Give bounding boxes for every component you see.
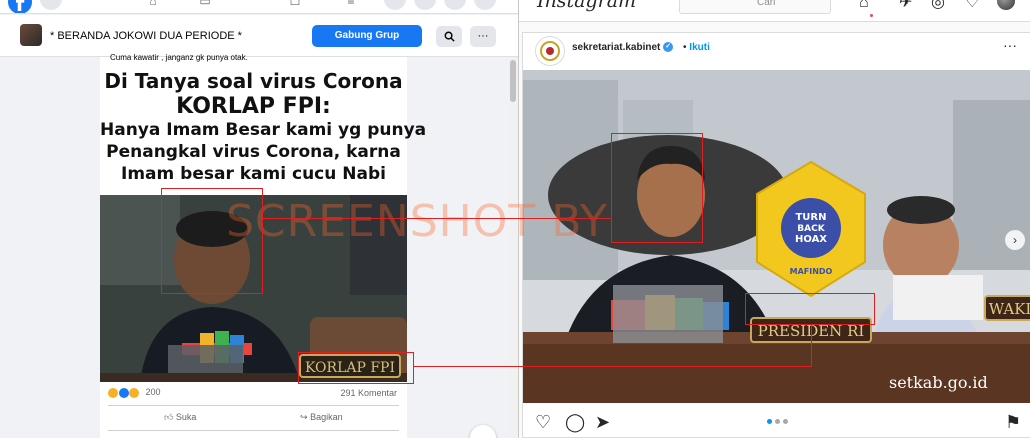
instagram-top-bar: Instagram Cari ⌂ ✈ ◎ ♡: [519, 0, 1030, 22]
photo-nameplate-right: WAKIL: [989, 300, 1030, 318]
share-icon: ↪: [300, 412, 308, 422]
scrollbar-track[interactable]: [509, 57, 517, 438]
svg-text:MAFINDO: MAFINDO: [790, 267, 833, 276]
garuda-emblem-icon: [540, 41, 560, 61]
groups-icon[interactable]: ☐: [288, 0, 302, 8]
like-button[interactable]: 👍︎ Suka: [164, 412, 196, 423]
direct-icon[interactable]: ✈: [899, 0, 912, 12]
group-search-button[interactable]: [436, 26, 462, 47]
svg-text:HOAX: HOAX: [795, 234, 827, 245]
carousel-dot: [775, 419, 780, 424]
nameplate-highlight-box-left: [298, 352, 414, 384]
notification-dot: [870, 14, 873, 17]
explore-icon[interactable]: ◎: [931, 0, 945, 12]
group-avatar[interactable]: [20, 24, 42, 46]
messenger-icon[interactable]: [414, 0, 436, 10]
search-input[interactable]: [679, 0, 831, 14]
comment-icon[interactable]: ◯: [565, 412, 585, 432]
menu-icon[interactable]: ≡: [344, 0, 358, 8]
scrollbar-thumb[interactable]: [510, 60, 516, 102]
svg-text:BACK: BACK: [797, 224, 825, 234]
follow-button[interactable]: • Ikuti: [683, 42, 710, 53]
watch-icon[interactable]: ▭: [198, 0, 212, 8]
bookmark-icon[interactable]: ⚑: [1005, 412, 1021, 432]
username-text: sekretariat.kabinet: [572, 42, 661, 53]
meme-text-line: Imam besar kami cucu Nabi: [121, 164, 386, 184]
meme-text-line: Hanya Imam Besar kami yg punya: [100, 120, 427, 140]
account-username[interactable]: sekretariat.kabinet ✓: [572, 42, 674, 53]
carousel-dot: [783, 419, 788, 424]
account-menu-icon[interactable]: [474, 0, 496, 10]
carousel-dot-active: [767, 419, 772, 424]
nameplate-connector-line: [414, 366, 812, 368]
create-icon[interactable]: [384, 0, 406, 10]
nameplate-connector-line-vertical: [811, 325, 813, 367]
comment-count[interactable]: 291 Komentar: [340, 388, 397, 398]
home-icon[interactable]: ⌂: [859, 0, 869, 12]
meme-text-line: KORLAP FPI:: [176, 94, 331, 119]
account-avatar[interactable]: [535, 36, 565, 66]
like-label: Suka: [175, 412, 197, 422]
search-icon[interactable]: [40, 0, 62, 10]
haha-reaction-icon: [108, 387, 118, 398]
more-options-icon[interactable]: ···: [1003, 37, 1017, 53]
share-icon[interactable]: ➤: [595, 412, 610, 432]
share-label: Bagikan: [310, 412, 343, 422]
profile-avatar[interactable]: [997, 0, 1015, 10]
search-icon: [444, 31, 455, 42]
follow-label: Ikuti: [689, 42, 710, 53]
reaction-count: 200: [145, 387, 161, 397]
next-image-button[interactable]: ›: [1005, 230, 1025, 250]
reaction-summary[interactable]: 200: [108, 387, 161, 398]
home-icon[interactable]: ⌂: [146, 0, 160, 8]
facebook-top-bar: f ⌂ ▭ ☐ ≡: [0, 0, 518, 14]
meme-text-line: Di Tanya soal virus Corona: [104, 69, 403, 93]
wow-reaction-icon: [129, 387, 140, 398]
new-message-button[interactable]: [470, 425, 496, 438]
face-highlight-box-left: [161, 188, 263, 294]
screenshot-watermark: SCREENSHOT BY: [226, 196, 608, 247]
meme-text-line: Penangkal virus Corona, karna: [106, 142, 401, 162]
facebook-logo-icon[interactable]: f: [8, 0, 32, 13]
share-button[interactable]: ↪ Bagikan: [300, 412, 343, 423]
notifications-icon[interactable]: [444, 0, 466, 10]
photo-watermark: setkab.go.id: [889, 373, 988, 392]
group-name[interactable]: * BERANDA JOKOWI DUA PERIODE *: [50, 30, 242, 42]
join-group-button[interactable]: Gabung Grup: [312, 25, 422, 47]
face-connector-line: [263, 218, 611, 220]
post-actions-bar: 👍︎ Suka ↪ Bagikan: [108, 405, 399, 431]
svg-text:TURN: TURN: [795, 212, 826, 223]
separator-dot: •: [683, 42, 687, 53]
search-placeholder: Cari: [757, 0, 776, 8]
verified-badge-icon: ✓: [663, 42, 674, 53]
thumbs-up-icon: 👍︎: [164, 412, 174, 422]
like-reaction-icon: [118, 387, 129, 398]
like-icon[interactable]: ♡: [535, 412, 551, 432]
face-highlight-box-right: [611, 133, 703, 243]
post-caption: Cuma kawatir , janganz gk punya otak.: [110, 53, 248, 62]
nameplate-highlight-box-right: [745, 293, 875, 325]
heart-icon[interactable]: ♡: [965, 0, 979, 12]
instagram-logo[interactable]: Instagram: [537, 0, 636, 12]
group-more-button[interactable]: ···: [470, 26, 496, 47]
group-header-bar: * BERANDA JOKOWI DUA PERIODE * Gabung Gr…: [0, 15, 518, 57]
